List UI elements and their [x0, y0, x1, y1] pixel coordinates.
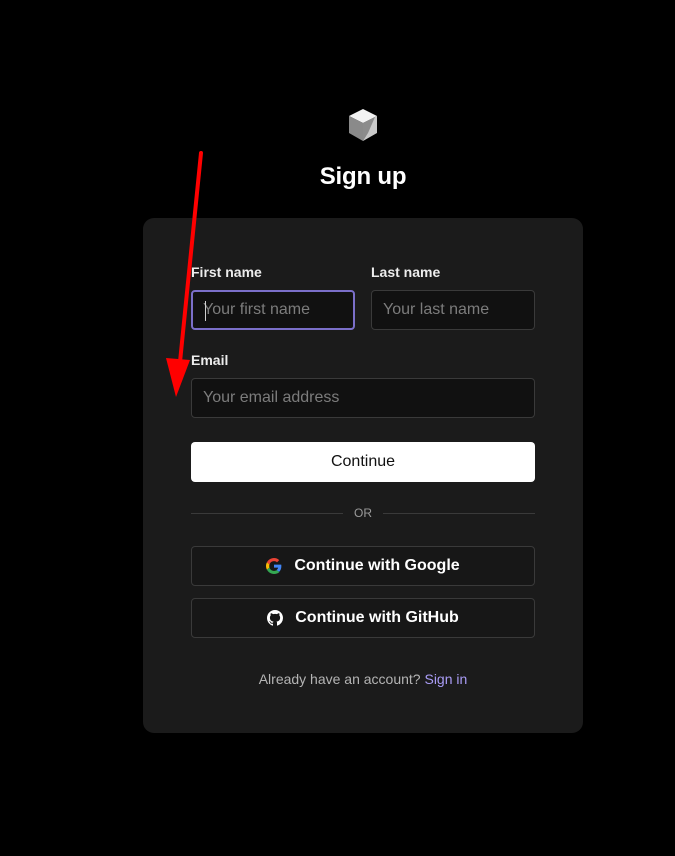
divider-or-text: OR	[354, 506, 372, 520]
email-input[interactable]	[191, 378, 535, 418]
cube-logo-icon	[349, 109, 377, 141]
google-button-label: Continue with Google	[294, 557, 460, 574]
text-caret	[205, 301, 206, 321]
email-label: Email	[191, 352, 229, 368]
github-icon	[267, 610, 284, 626]
sign-up-card: First name Last name Email Continue OR C…	[143, 218, 583, 733]
page-title: Sign up	[319, 163, 407, 190]
sign-in-prompt: Already have an account? Sign in	[143, 671, 583, 687]
first-name-input[interactable]	[191, 290, 355, 330]
sign-up-page: Sign up First name Last name Email Conti…	[0, 0, 675, 856]
github-button-label: Continue with GitHub	[295, 609, 459, 626]
divider-line-right	[383, 513, 535, 514]
sign-in-prompt-text: Already have an account?	[258, 671, 421, 687]
first-name-label: First name	[191, 264, 262, 280]
sign-in-link[interactable]: Sign in	[424, 671, 467, 687]
last-name-input[interactable]	[371, 290, 535, 330]
google-icon	[266, 558, 282, 574]
continue-with-github-button[interactable]: Continue with GitHub	[191, 598, 535, 638]
continue-with-google-button[interactable]: Continue with Google	[191, 546, 535, 586]
last-name-label: Last name	[371, 264, 441, 280]
continue-button[interactable]: Continue	[191, 442, 535, 482]
divider-line-left	[191, 513, 343, 514]
